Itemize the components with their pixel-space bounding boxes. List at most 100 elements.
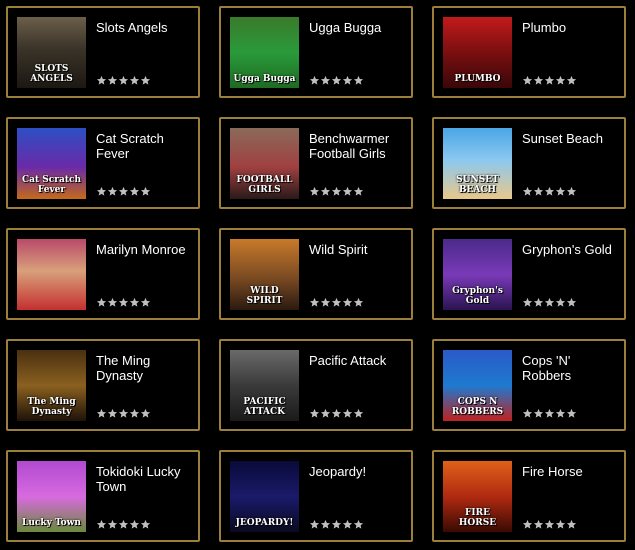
star-icon <box>522 408 533 419</box>
star-icon <box>566 519 577 530</box>
star-icon <box>129 408 140 419</box>
game-title[interactable]: Wild Spirit <box>309 242 409 257</box>
star-icon <box>129 75 140 86</box>
star-rating <box>96 297 151 308</box>
star-icon <box>342 75 353 86</box>
star-icon <box>342 519 353 530</box>
star-icon <box>555 519 566 530</box>
game-card[interactable]: JEOPARDY! Jeopardy! <box>219 450 413 542</box>
game-title[interactable]: Tokidoki Lucky Town <box>96 464 196 494</box>
game-card[interactable]: SLOTS ANGELS Slots Angels <box>6 6 200 98</box>
star-rating <box>522 297 577 308</box>
game-thumbnail[interactable]: COPS N ROBBERS <box>443 350 512 421</box>
game-thumbnail-caption: WILD SPIRIT <box>246 286 283 306</box>
game-title[interactable]: Jeopardy! <box>309 464 409 479</box>
game-thumbnail[interactable]: Ugga Bugga <box>230 17 299 88</box>
star-icon <box>309 75 320 86</box>
star-icon <box>331 186 342 197</box>
game-card[interactable]: FIRE HORSE Fire Horse <box>432 450 626 542</box>
star-icon <box>96 186 107 197</box>
game-thumbnail[interactable]: PACIFIC ATTACK <box>230 350 299 421</box>
star-icon <box>555 408 566 419</box>
game-thumbnail-caption: JEOPARDY! <box>235 518 294 528</box>
game-thumbnail[interactable]: FIRE HORSE <box>443 461 512 532</box>
star-icon <box>544 297 555 308</box>
star-icon <box>320 186 331 197</box>
game-thumbnail[interactable]: PLUMBO <box>443 17 512 88</box>
game-card[interactable]: Marilyn Monroe <box>6 228 200 320</box>
game-card[interactable]: FOOTBALL GIRLS Benchwarmer Football Girls <box>219 117 413 209</box>
star-icon <box>566 75 577 86</box>
star-icon <box>566 408 577 419</box>
star-icon <box>353 186 364 197</box>
game-thumbnail[interactable]: JEOPARDY! <box>230 461 299 532</box>
game-card[interactable]: COPS N ROBBERS Cops 'N' Robbers <box>432 339 626 431</box>
game-title[interactable]: Ugga Bugga <box>309 20 409 35</box>
game-thumbnail-caption: Gryphon's Gold <box>452 286 503 306</box>
star-icon <box>533 408 544 419</box>
star-icon <box>107 408 118 419</box>
star-icon <box>353 75 364 86</box>
star-icon <box>544 75 555 86</box>
star-icon <box>342 408 353 419</box>
star-icon <box>96 297 107 308</box>
game-title[interactable]: Gryphon's Gold <box>522 242 622 257</box>
game-card[interactable]: The Ming Dynasty The Ming Dynasty <box>6 339 200 431</box>
game-thumbnail[interactable]: SUNSET BEACH <box>443 128 512 199</box>
game-card[interactable]: Lucky Town Tokidoki Lucky Town <box>6 450 200 542</box>
star-icon <box>320 297 331 308</box>
game-thumbnail-caption: FIRE HORSE <box>458 508 497 528</box>
star-icon <box>555 75 566 86</box>
game-thumbnail[interactable]: SLOTS ANGELS <box>17 17 86 88</box>
star-rating <box>96 75 151 86</box>
game-title[interactable]: Cops 'N' Robbers <box>522 353 622 383</box>
game-thumbnail[interactable] <box>17 239 86 310</box>
game-card[interactable]: Cat Scratch Fever Cat Scratch Fever <box>6 117 200 209</box>
star-icon <box>331 408 342 419</box>
game-title[interactable]: Fire Horse <box>522 464 622 479</box>
star-icon <box>320 408 331 419</box>
star-icon <box>331 297 342 308</box>
star-icon <box>555 186 566 197</box>
star-rating <box>96 408 151 419</box>
game-thumbnail[interactable]: Lucky Town <box>17 461 86 532</box>
game-thumbnail[interactable]: Gryphon's Gold <box>443 239 512 310</box>
game-title[interactable]: Benchwarmer Football Girls <box>309 131 409 161</box>
game-card[interactable]: SUNSET BEACH Sunset Beach <box>432 117 626 209</box>
star-icon <box>555 297 566 308</box>
game-thumbnail[interactable]: FOOTBALL GIRLS <box>230 128 299 199</box>
star-rating <box>309 408 364 419</box>
star-rating <box>522 408 577 419</box>
game-thumbnail-caption <box>50 306 54 310</box>
game-card[interactable]: Gryphon's Gold Gryphon's Gold <box>432 228 626 320</box>
game-card[interactable]: PACIFIC ATTACK Pacific Attack <box>219 339 413 431</box>
star-icon <box>129 297 140 308</box>
star-rating <box>309 297 364 308</box>
game-title[interactable]: The Ming Dynasty <box>96 353 196 383</box>
star-icon <box>533 186 544 197</box>
game-title[interactable]: Pacific Attack <box>309 353 409 368</box>
star-rating <box>309 519 364 530</box>
game-title[interactable]: Slots Angels <box>96 20 196 35</box>
game-card[interactable]: Ugga Bugga Ugga Bugga <box>219 6 413 98</box>
star-rating <box>309 186 364 197</box>
star-icon <box>96 519 107 530</box>
game-thumbnail[interactable]: The Ming Dynasty <box>17 350 86 421</box>
star-icon <box>331 519 342 530</box>
game-thumbnail[interactable]: Cat Scratch Fever <box>17 128 86 199</box>
game-title[interactable]: Plumbo <box>522 20 622 35</box>
star-icon <box>118 519 129 530</box>
game-title[interactable]: Marilyn Monroe <box>96 242 196 257</box>
star-icon <box>140 186 151 197</box>
game-thumbnail-caption: The Ming Dynasty <box>27 397 76 417</box>
star-icon <box>353 519 364 530</box>
game-thumbnail-caption: PLUMBO <box>454 74 501 84</box>
game-title[interactable]: Sunset Beach <box>522 131 622 146</box>
game-card[interactable]: WILD SPIRIT Wild Spirit <box>219 228 413 320</box>
game-thumbnail[interactable]: WILD SPIRIT <box>230 239 299 310</box>
game-thumbnail-caption: SLOTS ANGELS <box>30 64 73 84</box>
game-title[interactable]: Cat Scratch Fever <box>96 131 196 161</box>
star-icon <box>522 297 533 308</box>
star-icon <box>353 408 364 419</box>
game-card[interactable]: PLUMBO Plumbo <box>432 6 626 98</box>
